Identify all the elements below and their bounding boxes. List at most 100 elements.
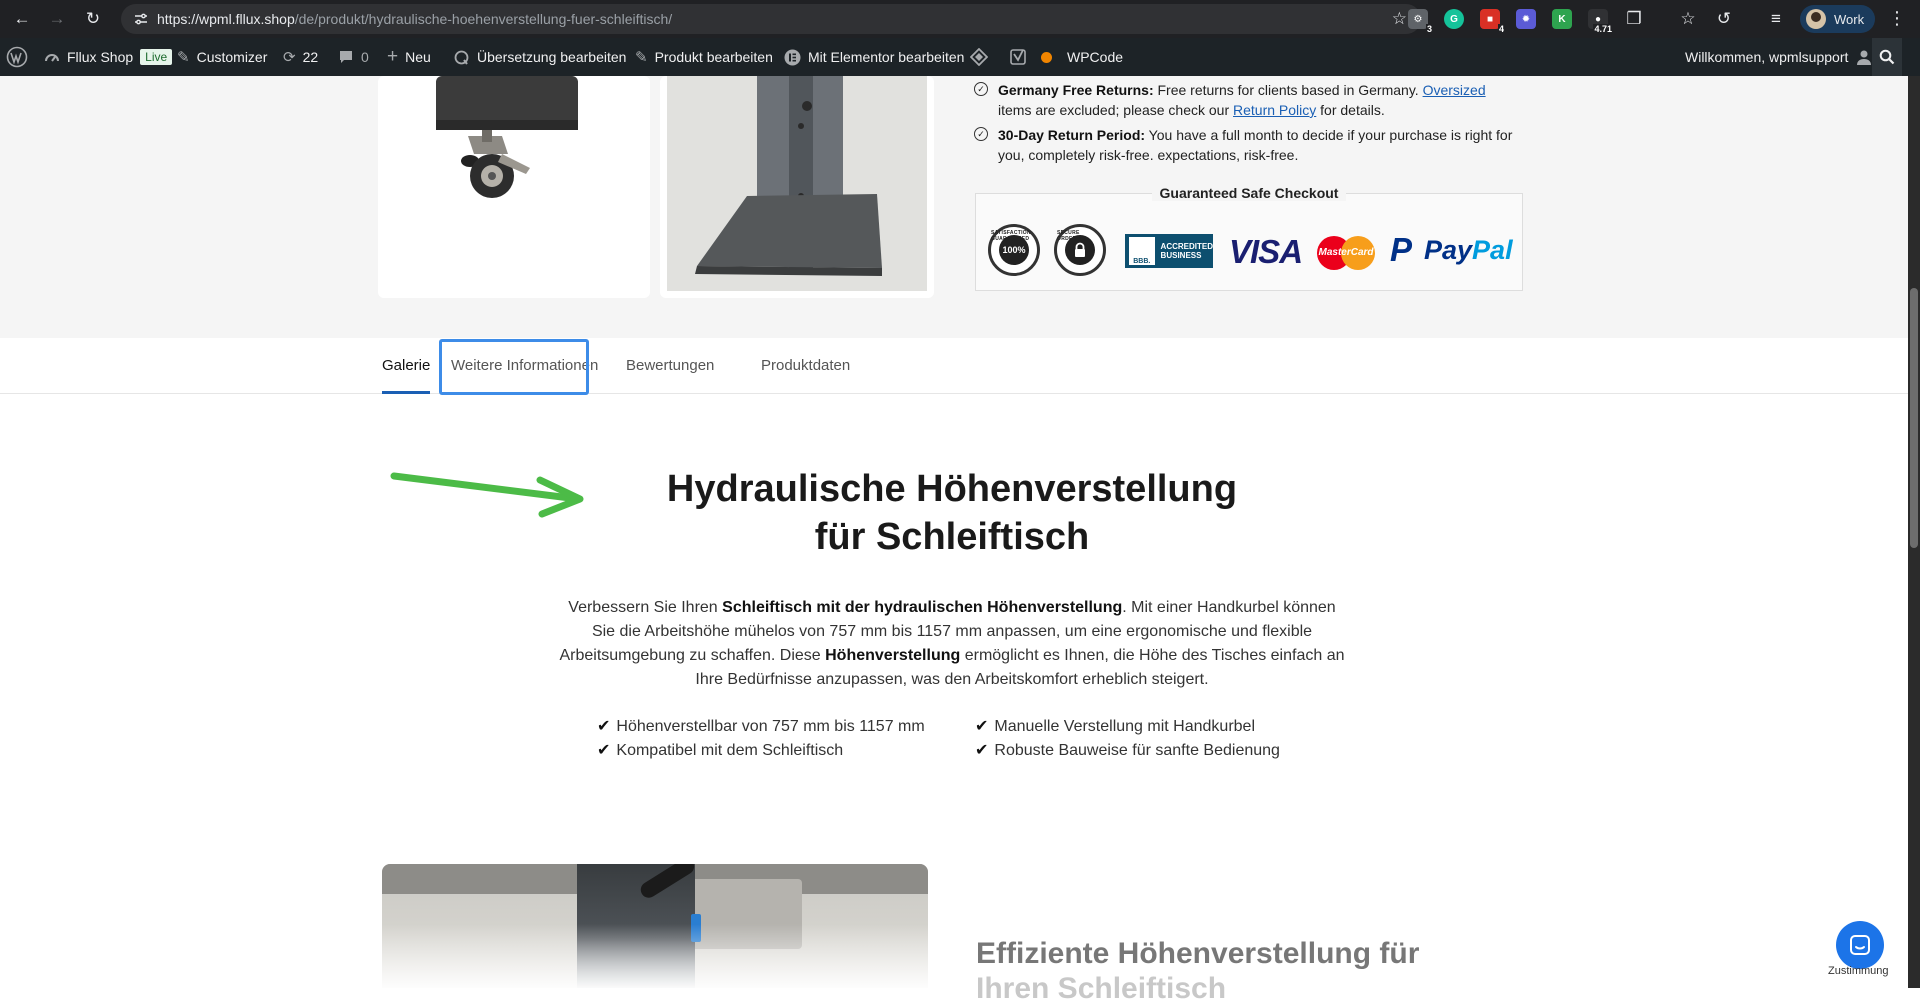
address-bar[interactable]: https://wpml.fllux.shop/de/produkt/hydra… xyxy=(121,4,1421,34)
desc-bold-1: Schleiftisch mit der hydraulischen Höhen… xyxy=(722,599,1123,616)
reading-list-icon[interactable]: ≡ xyxy=(1766,9,1786,29)
product-description: Verbessern Sie Ihren Schleiftisch mit de… xyxy=(555,596,1349,692)
bbb-label-1: ACCREDITED xyxy=(1160,242,1213,251)
yoast-seo-icon[interactable] xyxy=(1010,38,1028,76)
translation-link[interactable]: Übersetzung bearbeiten xyxy=(453,38,626,76)
url-host: https://wpml.fllux.shop xyxy=(157,11,295,27)
browser-menu-icon[interactable]: ⋮ xyxy=(1888,8,1906,29)
comments-count: 0 xyxy=(361,49,369,65)
brush-icon: ✎ xyxy=(177,49,190,66)
oversized-link[interactable]: Oversized xyxy=(1423,82,1486,98)
tab-label: Galerie xyxy=(382,357,431,374)
product-summary-section: ✓ Germany Free Returns: Free returns for… xyxy=(0,76,1908,338)
column-base-image xyxy=(667,76,927,291)
extension-green-k-icon[interactable]: K xyxy=(1552,9,1572,29)
feature-text: Höhenverstellbar von 757 mm bis 1157 mm xyxy=(616,718,925,735)
admin-search-icon[interactable] xyxy=(1872,38,1902,76)
forward-icon[interactable]: → xyxy=(47,9,67,29)
feature-item: ✔ Kompatibel mit dem Schleiftisch xyxy=(597,739,843,763)
extension-red-icon[interactable]: ■ 4 xyxy=(1480,9,1505,34)
tab-focus-outline xyxy=(439,339,589,395)
seo-status-icon[interactable] xyxy=(1041,38,1052,76)
consent-label[interactable]: Zustimmung xyxy=(1828,965,1889,977)
updates-count: 22 xyxy=(302,49,319,65)
customizer-link[interactable]: ✎ Customizer xyxy=(177,38,267,76)
returns-text-2: items are excluded; please check our xyxy=(998,102,1234,118)
site-info-icon[interactable] xyxy=(133,11,149,27)
bookmark-star-icon[interactable]: ☆ xyxy=(1392,9,1407,29)
extension-purple-icon[interactable]: ✹ xyxy=(1516,9,1536,29)
returns-text-3: for details. xyxy=(1316,102,1385,118)
extensions-puzzle-icon[interactable]: ❐ xyxy=(1624,9,1644,29)
edit-product-link[interactable]: ✎ Produkt bearbeiten xyxy=(635,38,773,76)
wordpress-logo-icon[interactable] xyxy=(6,38,28,76)
translate-label: Übersetzung bearbeiten xyxy=(477,49,627,65)
feature-item: ✔ Robuste Bauweise für sanfte Bedienung xyxy=(975,739,1280,763)
headline-line-1: Hydraulische Höhenverstellung xyxy=(666,468,1238,510)
gallery-thumbnail-1[interactable] xyxy=(378,76,650,298)
page-scrollbar[interactable] xyxy=(1908,76,1920,988)
scrollbar-thumb[interactable] xyxy=(1910,288,1918,548)
secure-ordering-badge: SECURE ORDERING xyxy=(1054,224,1106,276)
bbb-logo: BBB. xyxy=(1129,237,1155,265)
elementor-link[interactable]: Mit Elementor bearbeiten xyxy=(784,38,964,76)
profile-button[interactable]: Work xyxy=(1800,5,1875,33)
extension-score-icon[interactable]: ● 4.71 xyxy=(1588,9,1613,34)
customizer-label: Customizer xyxy=(196,49,268,65)
bbb-accredited-badge: BBB. ACCREDITED BUSINESS xyxy=(1125,234,1213,268)
tab-produktdaten[interactable]: Produktdaten xyxy=(761,338,850,393)
check-circle-icon: ✓ xyxy=(974,127,988,141)
extension-badge: 3 xyxy=(1425,24,1433,34)
grammarly-icon[interactable]: G xyxy=(1444,9,1464,29)
history-icon[interactable]: ↺ xyxy=(1714,9,1734,29)
updates-link[interactable]: ⟳ 22 xyxy=(283,38,318,76)
bookmarks-icon[interactable]: ☆ xyxy=(1678,9,1698,29)
site-name: Fllux Shop xyxy=(67,49,134,65)
returns-title: Germany Free Returns: xyxy=(998,82,1154,98)
return-period-info: ✓ 30-Day Return Period: You have a full … xyxy=(974,125,1524,165)
paypal-pay: Pay xyxy=(1424,235,1473,265)
extension-1-icon[interactable]: ⚙ 3 xyxy=(1408,9,1433,34)
feature-item: ✔ Höhenverstellbar von 757 mm bis 1157 mm xyxy=(597,715,925,739)
comments-link[interactable]: 0 xyxy=(338,38,369,76)
product-headline-display: Hydraulische Höhenverstellung für Schlei… xyxy=(560,465,1344,561)
updates-icon: ⟳ xyxy=(283,49,296,66)
mastercard-logo: MasterCard xyxy=(1317,236,1375,270)
desc-bold-2: Höhenverstellung xyxy=(825,647,961,664)
profile-name: Work xyxy=(1834,11,1865,27)
caster-wheel-image xyxy=(436,76,578,198)
feature-text: Robuste Bauweise für sanfte Bedienung xyxy=(994,742,1280,759)
dashboard-icon xyxy=(44,49,60,65)
url-path: /de/produkt/hydraulische-hoehenverstellu… xyxy=(294,11,673,27)
checkout-title: Guaranteed Safe Checkout xyxy=(1151,185,1347,201)
wpcode-label: WPCode xyxy=(1067,49,1124,65)
elementor-icon xyxy=(784,49,801,66)
reload-icon[interactable]: ↻ xyxy=(83,9,103,29)
checkmark-icon: ✔ xyxy=(975,742,989,759)
feature-text: Kompatibel mit dem Schleiftisch xyxy=(616,742,844,759)
elementor-label: Mit Elementor bearbeiten xyxy=(808,49,965,65)
site-name-link[interactable]: Fllux Shop Live xyxy=(44,38,173,76)
my-account-link[interactable]: Willkommen, wpmlsupport xyxy=(1685,38,1872,76)
translate-icon xyxy=(453,49,470,66)
chat-button[interactable] xyxy=(1836,921,1884,969)
safe-checkout-box: Guaranteed Safe Checkout SATISFACTION GU… xyxy=(975,185,1523,291)
diamond-plugin-icon[interactable] xyxy=(970,38,988,76)
user-icon xyxy=(1856,49,1872,65)
tab-bewertungen[interactable]: Bewertungen xyxy=(626,338,714,393)
section-subheadline: Effiziente Höhenverstellung für xyxy=(976,937,1420,970)
gallery-thumbnail-2[interactable] xyxy=(660,76,934,298)
new-content-link[interactable]: + Neu xyxy=(387,38,431,76)
back-icon[interactable]: ← xyxy=(12,9,32,29)
tab-galerie[interactable]: Galerie xyxy=(382,338,431,394)
return-policy-link[interactable]: Return Policy xyxy=(1233,102,1316,118)
wpcode-link[interactable]: WPCode xyxy=(1067,38,1123,76)
check-circle-icon: ✓ xyxy=(974,82,988,96)
url-text[interactable]: https://wpml.fllux.shop/de/produkt/hydra… xyxy=(157,11,672,27)
feature-item: ✔ Manuelle Verstellung mit Handkurbel xyxy=(975,715,1255,739)
desc-text-1: Verbessern Sie Ihren xyxy=(568,599,723,616)
avatar xyxy=(1806,9,1826,29)
return-info-germany: ✓ Germany Free Returns: Free returns for… xyxy=(974,80,1524,120)
tab-label: Produktdaten xyxy=(761,357,851,374)
headline-line-2: für Schleiftisch xyxy=(814,516,1090,558)
